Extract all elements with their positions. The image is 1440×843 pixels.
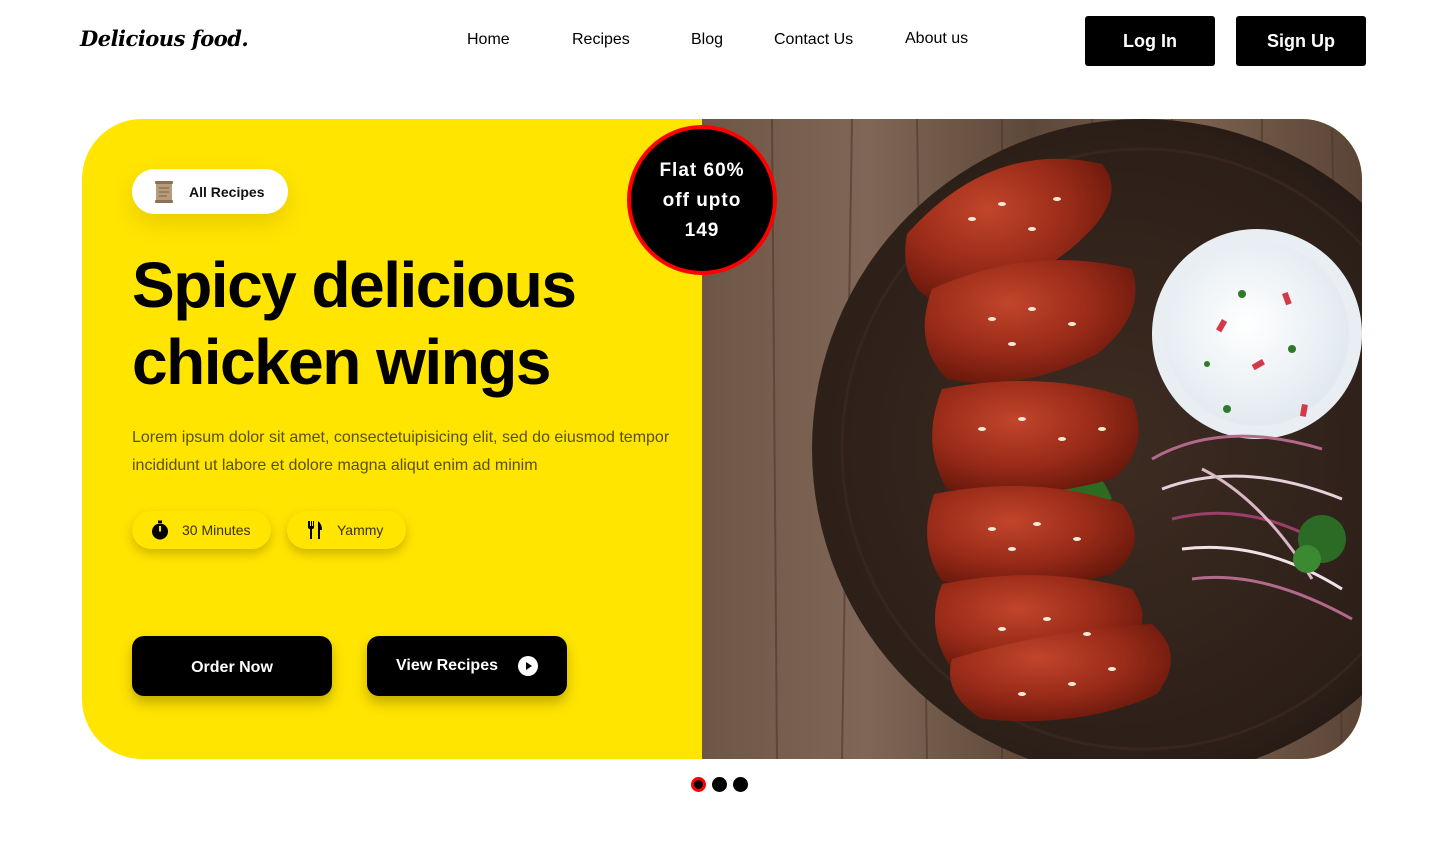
cook-time-tag: 30 Minutes: [132, 511, 271, 549]
chicken-wings-photo: [702, 119, 1362, 759]
login-button[interactable]: Log In: [1085, 16, 1215, 66]
order-now-label: Order Now: [191, 658, 273, 676]
discount-badge: Flat 60% off upto 149: [627, 125, 777, 275]
nav-home[interactable]: Home: [467, 31, 510, 49]
hero-title-line2: chicken wings: [132, 326, 551, 398]
nav-recipes[interactable]: Recipes: [572, 31, 630, 49]
cook-time-label: 30 Minutes: [182, 522, 251, 538]
discount-text: Flat 60% off upto 149: [659, 160, 745, 241]
timer-icon: [152, 520, 168, 540]
carousel-dot-1[interactable]: [691, 777, 706, 792]
taste-label: Yammy: [337, 522, 384, 538]
signup-button[interactable]: Sign Up: [1236, 16, 1366, 66]
order-now-button[interactable]: Order Now: [132, 636, 332, 696]
carousel-dot-3[interactable]: [733, 777, 748, 792]
taste-tag: Yammy: [287, 511, 406, 549]
play-icon: [517, 656, 538, 676]
fork-knife-icon: [308, 521, 322, 539]
nav-blog[interactable]: Blog: [691, 31, 723, 49]
all-recipes-chip[interactable]: All Recipes: [132, 169, 288, 214]
recipe-book-icon: [155, 180, 173, 203]
nav-about-us[interactable]: About us: [905, 30, 968, 48]
logo[interactable]: Delicious food.: [80, 26, 249, 51]
hero-description: Lorem ipsum dolor sit amet, consectetuip…: [132, 429, 670, 474]
hero-title: Spicy delicious chicken wings: [132, 247, 577, 401]
all-recipes-label: All Recipes: [189, 183, 265, 200]
nav-contact-us[interactable]: Contact Us: [774, 31, 853, 49]
view-recipes-label: View Recipes: [396, 657, 498, 674]
view-recipes-button[interactable]: View Recipes: [367, 636, 567, 696]
hero-title-line1: Spicy delicious: [132, 249, 577, 321]
carousel-dot-2[interactable]: [712, 777, 727, 792]
